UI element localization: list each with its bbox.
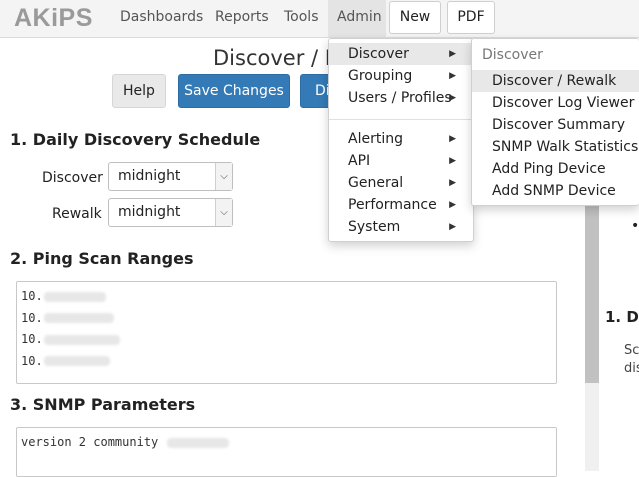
menu-item-users-profiles[interactable]: Users / Profiles ▶ <box>329 87 473 109</box>
section-title-schedule: 1. Daily Discovery Schedule <box>10 130 261 149</box>
ping-range-line: 10. <box>17 329 556 351</box>
caret-right-icon: ▶ <box>449 200 456 210</box>
ping-range-line: 10. <box>17 308 556 330</box>
help-pane-heading: 1. Da <box>605 308 639 326</box>
submenu-item-discover-rewalk[interactable]: Discover / Rewalk <box>472 70 639 92</box>
ping-ranges-textarea[interactable]: 10. 10. 10. 10. <box>16 281 557 384</box>
submenu-item-discover-log-viewer[interactable]: Discover Log Viewer <box>472 92 639 114</box>
discover-schedule-select[interactable]: midnight ⌵ <box>108 162 233 191</box>
submenu-item-add-ping-device[interactable]: Add Ping Device <box>472 158 639 180</box>
ping-range-line: 10. <box>17 351 556 373</box>
help-button[interactable]: Help <box>112 74 166 108</box>
menu-item-api[interactable]: API ▶ <box>329 150 473 172</box>
caret-right-icon: ▶ <box>449 156 456 166</box>
submenu-header: Discover <box>482 47 543 63</box>
menu-item-performance[interactable]: Performance ▶ <box>329 194 473 216</box>
submenu-item-snmp-walk-statistics[interactable]: SNMP Walk Statistics <box>472 136 639 158</box>
rewalk-schedule-select[interactable]: midnight ⌵ <box>108 198 233 227</box>
akips-logo[interactable]: AKiPS <box>14 4 93 33</box>
discover-label: Discover <box>42 170 103 186</box>
rewalk-label: Rewalk <box>52 206 102 222</box>
submenu-item-discover-summary[interactable]: Discover Summary <box>472 114 639 136</box>
submenu-item-add-snmp-device[interactable]: Add SNMP Device <box>472 180 639 202</box>
ping-range-line: 10. <box>17 286 556 308</box>
snmp-parameters-textarea[interactable]: version 2 community <box>16 427 557 477</box>
rewalk-schedule-value: midnight <box>118 204 181 220</box>
top-navigation-bar: AKiPS Dashboards Reports Tools Admin New… <box>0 0 639 38</box>
help-pane-text: dis <box>624 361 639 376</box>
help-pane-text: Sc <box>624 343 639 358</box>
bullet-point: • <box>631 218 639 234</box>
nav-dashboards[interactable]: Dashboards <box>111 0 212 37</box>
caret-right-icon: ▶ <box>449 49 456 59</box>
admin-dropdown-menu: Discover ▶ Grouping ▶ Users / Profiles ▶ Al… <box>328 38 474 242</box>
discover-submenu: Discover Discover / Rewalk Discover Log … <box>471 38 639 206</box>
menu-item-alerting[interactable]: Alerting ▶ <box>329 128 473 150</box>
save-changes-button[interactable]: Save Changes <box>178 74 290 108</box>
new-button[interactable]: New <box>389 1 441 34</box>
discover-schedule-value: midnight <box>118 168 181 184</box>
caret-right-icon: ▶ <box>449 134 456 144</box>
menu-item-general[interactable]: General ▶ <box>329 172 473 194</box>
menu-item-system[interactable]: System ▶ <box>329 216 473 238</box>
page-title: Discover / R <box>213 46 340 70</box>
section-title-snmp: 3. SNMP Parameters <box>10 395 196 414</box>
nav-admin[interactable]: Admin <box>328 0 386 37</box>
caret-right-icon: ▶ <box>449 71 456 81</box>
menu-item-discover[interactable]: Discover ▶ <box>329 43 473 65</box>
nav-reports[interactable]: Reports <box>206 0 278 37</box>
section-title-ping: 2. Ping Scan Ranges <box>10 249 194 268</box>
menu-divider <box>329 119 473 120</box>
caret-right-icon: ▶ <box>449 222 456 232</box>
nav-tools[interactable]: Tools <box>275 0 328 37</box>
chevron-down-icon: ⌵ <box>215 199 232 226</box>
menu-item-grouping[interactable]: Grouping ▶ <box>329 65 473 87</box>
snmp-parameter-line: version 2 community <box>17 432 556 454</box>
caret-right-icon: ▶ <box>449 93 456 103</box>
caret-right-icon: ▶ <box>449 178 456 188</box>
pdf-button[interactable]: PDF <box>447 1 495 34</box>
chevron-down-icon: ⌵ <box>215 163 232 190</box>
